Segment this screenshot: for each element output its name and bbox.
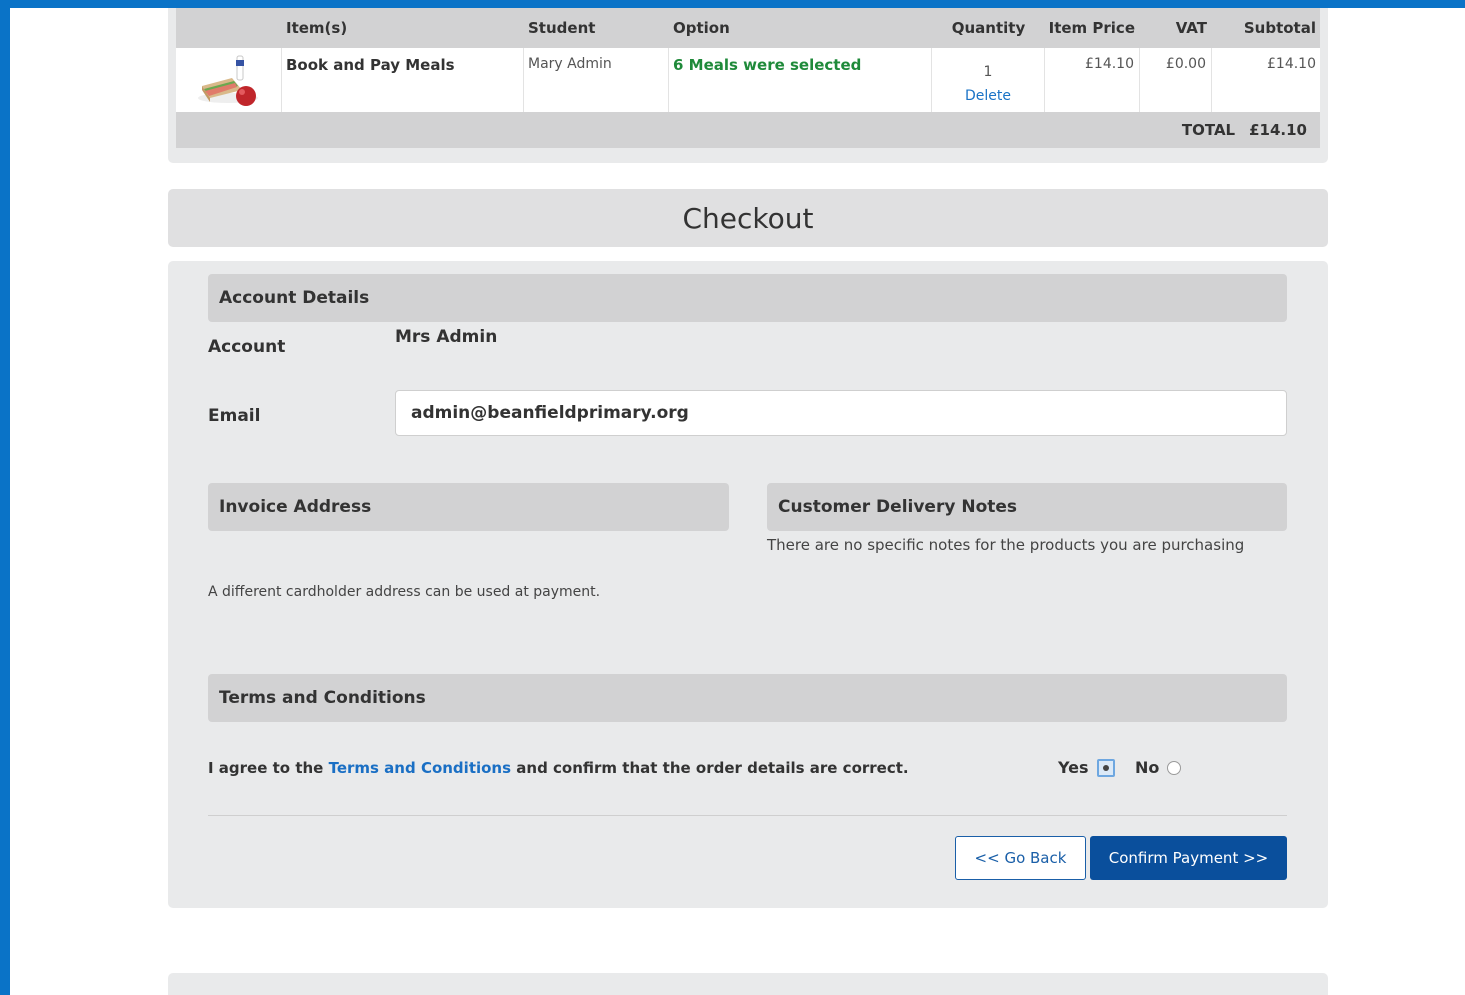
invoice-address-heading-text: Invoice Address <box>219 497 372 517</box>
account-label: Account <box>208 337 286 357</box>
invoice-address-heading: Invoice Address <box>208 483 729 531</box>
checkout-title-bar: Checkout <box>168 189 1328 247</box>
option-text: 6 Meals were selected <box>669 48 932 112</box>
delivery-notes-heading-text: Customer Delivery Notes <box>778 497 1018 517</box>
total-label: TOTAL <box>1181 121 1236 139</box>
agree-prefix: I agree to the <box>208 759 324 777</box>
terms-agreement-text: I agree to the Terms and Conditions and … <box>208 759 909 777</box>
total-value: £14.10 <box>1249 121 1307 139</box>
basket-table: Item(s) Student Option Quantity Item Pri… <box>176 8 1320 148</box>
header-subtotal: Subtotal <box>1243 19 1316 37</box>
quantity-value: 1 <box>983 64 993 80</box>
delivery-notes-heading: Customer Delivery Notes <box>767 483 1287 531</box>
account-value: Mrs Admin <box>395 327 498 347</box>
invoice-address-note: A different cardholder address can be us… <box>208 584 601 600</box>
header-option: Option <box>673 19 730 37</box>
agree-suffix: and confirm that the order details are c… <box>516 759 909 777</box>
student-name: Mary Admin <box>524 48 669 112</box>
header-vat: VAT <box>1175 19 1207 37</box>
header-item-price: Item Price <box>1048 19 1135 37</box>
page-title: Checkout <box>682 201 814 235</box>
yes-option[interactable]: Yes <box>1058 758 1115 777</box>
basket-total-row: TOTAL £14.10 <box>176 112 1320 148</box>
header-student: Student <box>528 19 596 37</box>
basket-table-header: Item(s) Student Option Quantity Item Pri… <box>176 8 1320 48</box>
quantity-cell: 1 Delete <box>932 48 1045 112</box>
table-row: Book and Pay Meals Mary Admin 6 Meals we… <box>176 48 1320 112</box>
footer-panel <box>168 973 1328 995</box>
item-name: Book and Pay Meals <box>282 48 524 112</box>
delivery-notes-text: There are no specific notes for the prod… <box>767 536 1245 554</box>
window-left-border <box>0 0 10 995</box>
terms-link[interactable]: Terms and Conditions <box>329 759 511 777</box>
no-label: No <box>1135 758 1160 777</box>
yes-radio[interactable] <box>1096 758 1115 777</box>
meal-icon <box>176 48 282 112</box>
subtotal-value: £14.10 <box>1267 56 1316 72</box>
no-radio[interactable] <box>1167 760 1182 775</box>
terms-heading-text: Terms and Conditions <box>219 688 426 708</box>
vat-value: £0.00 <box>1140 48 1212 112</box>
go-back-button[interactable]: << Go Back <box>955 836 1086 880</box>
account-details-heading-text: Account Details <box>219 288 370 308</box>
email-label: Email <box>208 406 261 426</box>
yes-label: Yes <box>1058 758 1089 777</box>
header-items: Item(s) <box>286 19 348 37</box>
header-quantity: Quantity <box>951 19 1026 37</box>
account-details-heading: Account Details <box>208 274 1287 322</box>
item-price: £14.10 <box>1045 48 1140 112</box>
delete-link[interactable]: Delete <box>932 84 1044 108</box>
confirm-payment-button[interactable]: Confirm Payment >> <box>1090 836 1287 880</box>
window-top-border <box>0 0 1465 8</box>
divider <box>208 815 1287 816</box>
email-field[interactable] <box>395 390 1287 436</box>
terms-heading: Terms and Conditions <box>208 674 1287 722</box>
no-option[interactable]: No <box>1135 758 1182 777</box>
